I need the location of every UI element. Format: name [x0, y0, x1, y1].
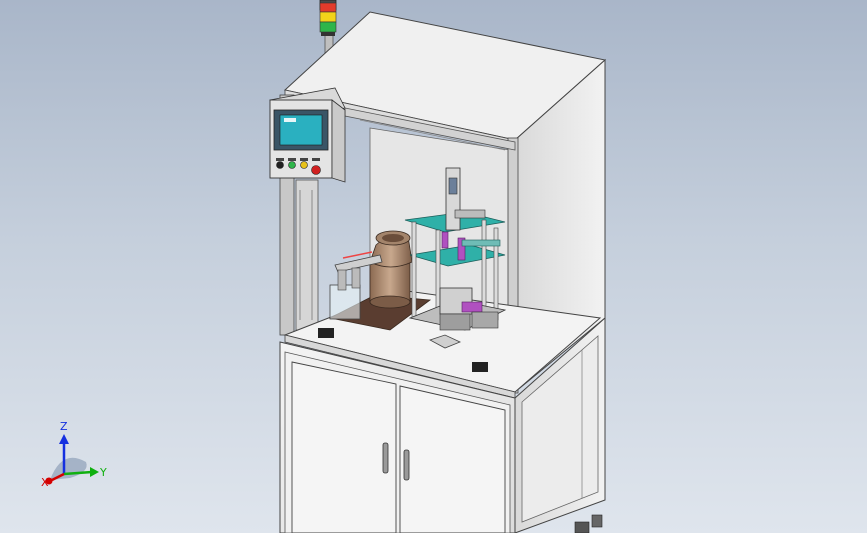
left-door-frame: [295, 179, 319, 331]
left-door-handle[interactable]: [382, 442, 389, 474]
y-axis-label: Y: [99, 466, 107, 479]
triad-plane: [50, 457, 87, 480]
cad-viewport[interactable]: Z Y X: [0, 0, 867, 533]
right-door-handle[interactable]: [403, 449, 410, 481]
hmi-control-box: [269, 87, 346, 183]
coordinate-triad: Z Y X: [41, 420, 107, 489]
tower-light-red: [319, 2, 337, 13]
right-cabinet-door[interactable]: [399, 385, 506, 533]
mount-block-right: [472, 362, 488, 372]
hmi-button-yellow[interactable]: [300, 161, 308, 169]
z-axis-arrowhead: [59, 434, 69, 444]
tower-light-yellow: [319, 11, 337, 23]
tower-light-green: [319, 21, 337, 33]
x-axis-label: X: [41, 476, 49, 489]
hmi-button-black[interactable]: [276, 161, 284, 169]
z-axis-label: Z: [60, 420, 68, 433]
hmi-button-green[interactable]: [288, 161, 296, 169]
left-cabinet-door[interactable]: [291, 361, 397, 533]
tower-base: [321, 32, 335, 36]
y-axis-arrowhead: [90, 467, 99, 477]
hmi-emergency-stop[interactable]: [311, 165, 321, 175]
cad-model-scene[interactable]: Z Y X: [0, 0, 867, 533]
mount-block-left: [318, 328, 334, 338]
